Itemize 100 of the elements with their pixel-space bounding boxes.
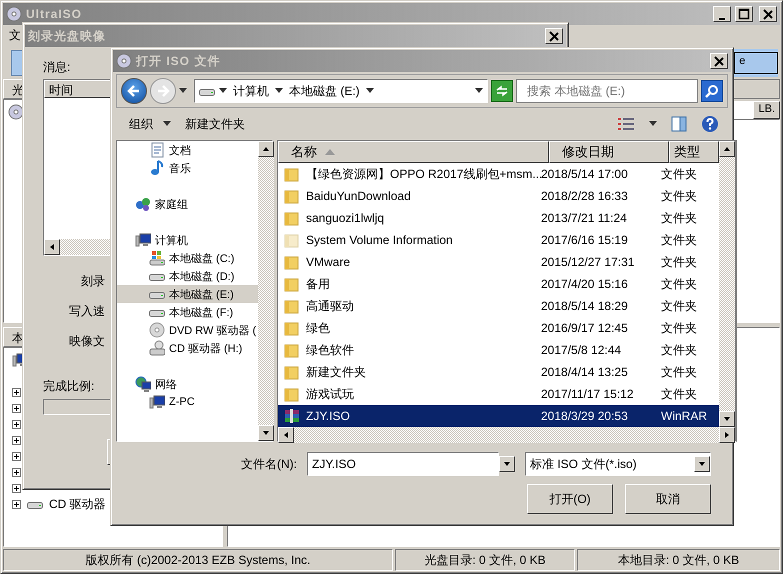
- file-name-field[interactable]: ZJY.ISO: [307, 452, 499, 476]
- expand-icon: [12, 388, 21, 396]
- file-date: 2018/3/29 20:53: [540, 409, 629, 423]
- file-name: VMware: [306, 255, 350, 269]
- computer-icon: [135, 232, 151, 248]
- file-type: 文件夹: [660, 166, 698, 182]
- navigation-item[interactable]: DVD RW 驱动器 (: [117, 321, 258, 339]
- file-type: 文件夹: [660, 254, 698, 270]
- file-type: 文件夹: [660, 210, 698, 226]
- back-button[interactable]: [121, 78, 147, 104]
- expand-icon: [12, 468, 21, 476]
- navigation-item[interactable]: 音乐: [117, 159, 258, 177]
- navigation-item[interactable]: CD 驱动器 (H:): [117, 339, 258, 357]
- file-date: 2013/7/21 11:24: [540, 211, 628, 225]
- tree-item[interactable]: CD 驱动器: [49, 496, 106, 512]
- file-name: 备用: [306, 276, 330, 292]
- file-type-dropdown[interactable]: 标准 ISO 文件(*.iso): [525, 452, 711, 476]
- caret-icon: [275, 88, 283, 94]
- dialog-title: 刻录光盘映像: [28, 28, 107, 44]
- file-row[interactable]: 绿色软件 2017/5/8 12:44 文件夹: [278, 339, 719, 361]
- caret-icon: [366, 88, 374, 94]
- scroll-left-button[interactable]: [44, 239, 60, 255]
- file-name: 游戏试玩: [306, 386, 354, 402]
- search-field[interactable]: 搜索 本地磁盘 (E:): [516, 79, 698, 103]
- navigation-item[interactable]: Z-PC: [117, 393, 258, 411]
- minimize-button[interactable]: [713, 6, 731, 22]
- scroll-down-button[interactable]: [719, 411, 735, 427]
- file-row[interactable]: sanguozi1lwljq 2013/7/21 11:24 文件夹: [278, 207, 719, 229]
- refresh-button[interactable]: [491, 80, 513, 102]
- navigation-item[interactable]: 计算机: [117, 231, 258, 249]
- search-button[interactable]: [701, 80, 723, 102]
- column-header[interactable]: LB.: [753, 101, 780, 119]
- navigation-item[interactable]: 网络: [117, 375, 258, 393]
- scroll-down-button[interactable]: [258, 425, 274, 441]
- file-row[interactable]: 绿色 2016/9/17 12:45 文件夹: [278, 317, 719, 339]
- file-row[interactable]: 【绿色资源网】OPPO R2017线刷包+msm...2018/5/14 17:00 文件夹: [278, 163, 719, 185]
- navigation-item[interactable]: 文档: [117, 141, 258, 159]
- column-header[interactable]: 名称: [278, 141, 549, 163]
- file-type: 文件夹: [660, 232, 698, 248]
- status-text: 版权所有 (c)2002-2013 EZB Systems, Inc.: [3, 549, 393, 571]
- navigation-item[interactable]: 家庭组: [117, 195, 258, 213]
- file-date: 2016/9/17 12:45: [540, 321, 629, 335]
- computer-icon: [149, 394, 165, 410]
- scroll-down-button[interactable]: [694, 456, 710, 472]
- archive-icon: [284, 408, 300, 424]
- address-bar[interactable]: 计算机 本地磁盘 (E:): [194, 79, 488, 103]
- file-type: WinRAR: [660, 409, 707, 423]
- column-header[interactable]: 类型: [669, 141, 719, 163]
- cancel-button[interactable]: 取消: [625, 484, 711, 514]
- file-row[interactable]: VMware 2015/12/27 17:31 文件夹: [278, 251, 719, 273]
- navigation-item[interactable]: 本地磁盘 (D:): [117, 267, 258, 285]
- scroll-down-button[interactable]: [499, 456, 515, 472]
- menu-item[interactable]: 文: [9, 27, 21, 44]
- file-row[interactable]: BaiduYunDownload 2018/2/28 16:33 文件夹: [278, 185, 719, 207]
- file-row[interactable]: 游戏试玩 2017/11/17 15:12 文件夹: [278, 383, 719, 405]
- file-row[interactable]: ZJY.ISO 2018/3/29 20:53 WinRAR: [278, 405, 719, 427]
- music-note-icon: [149, 160, 165, 176]
- scroll-up-button[interactable]: [258, 141, 274, 157]
- navigation-item[interactable]: 本地磁盘 (E:): [117, 285, 258, 303]
- close-button[interactable]: [710, 53, 728, 69]
- folder-icon: [284, 188, 300, 204]
- menu-button[interactable]: 组织: [125, 114, 175, 134]
- file-row[interactable]: System Volume Information 2017/6/16 15:19 文件夹: [278, 229, 719, 251]
- file-name: ZJY.ISO: [306, 409, 350, 423]
- caret-icon: [475, 88, 483, 94]
- maximize-icon: [738, 8, 750, 20]
- file-date: 2017/4/20 15:16: [540, 277, 629, 291]
- file-name: 新建文件夹: [306, 364, 366, 380]
- text-field[interactable]: e: [734, 52, 778, 74]
- breadcrumb-item[interactable]: 本地磁盘 (E:): [287, 82, 362, 100]
- field-label: 映像文: [69, 333, 105, 350]
- file-row[interactable]: 新建文件夹 2018/4/14 13:25 文件夹: [278, 361, 719, 383]
- navigation-item[interactable]: 本地磁盘 (C:): [117, 249, 258, 267]
- close-button[interactable]: [759, 6, 777, 22]
- drive-icon: [149, 250, 165, 266]
- navigation-item[interactable]: 本地磁盘 (F:): [117, 303, 258, 321]
- file-type: 文件夹: [660, 320, 698, 336]
- file-row[interactable]: 高通驱动 2018/5/14 18:29 文件夹: [278, 295, 719, 317]
- folder-icon: [284, 320, 300, 336]
- caret-icon: [163, 121, 171, 127]
- file-name: 绿色: [306, 320, 330, 336]
- toolbar-button[interactable]: 新建文件夹: [181, 114, 249, 134]
- status-text: 本地目录: 0 文件, 0 KB: [577, 549, 780, 571]
- file-name: 【绿色资源网】OPPO R2017线刷包+msm...: [306, 166, 542, 182]
- scroll-up-button[interactable]: [719, 141, 735, 157]
- breadcrumb-item[interactable]: 计算机: [231, 82, 271, 100]
- expand-icon: [12, 436, 21, 444]
- file-row[interactable]: 备用 2017/4/20 15:16 文件夹: [278, 273, 719, 295]
- file-date: 2018/5/14 18:29: [540, 299, 629, 313]
- scroll-left-button[interactable]: [278, 427, 294, 443]
- homegroup-icon: [135, 196, 151, 212]
- close-icon: [762, 8, 774, 20]
- file-type: 文件夹: [660, 342, 698, 358]
- column-header[interactable]: 修改日期: [549, 141, 669, 163]
- messages-label: 消息:: [43, 59, 70, 76]
- close-button[interactable]: [545, 28, 563, 44]
- file-name: sanguozi1lwljq: [306, 211, 384, 225]
- open-button[interactable]: 打开(O): [527, 484, 613, 514]
- scroll-right-button[interactable]: [719, 427, 735, 443]
- maximize-button[interactable]: [735, 6, 753, 22]
